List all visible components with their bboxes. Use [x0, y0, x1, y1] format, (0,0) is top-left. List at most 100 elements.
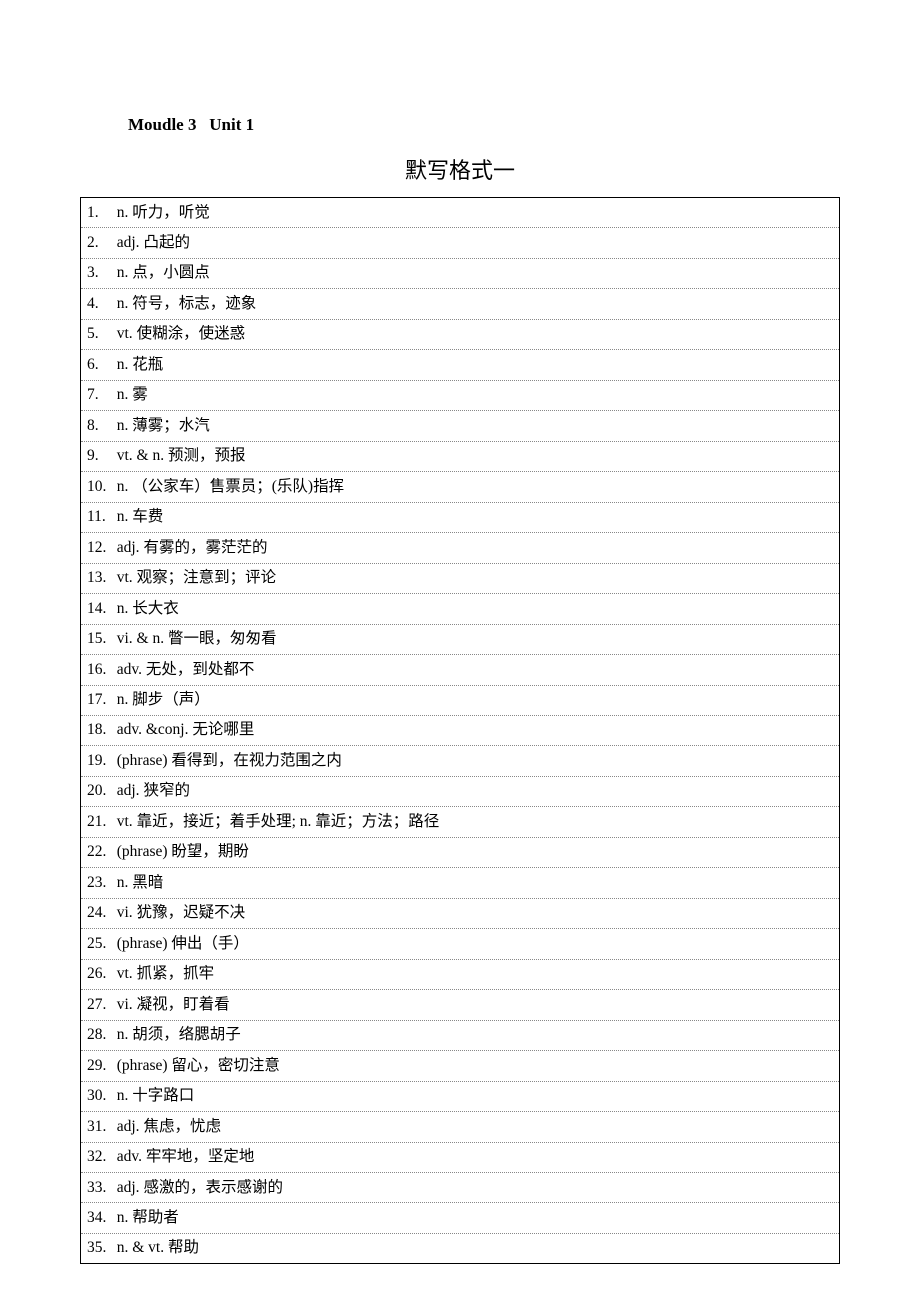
vocab-cell: 7. n. 雾	[81, 380, 840, 410]
entry-number: 27.	[87, 994, 109, 1016]
definition: 感激的，表示感谢的	[143, 1179, 283, 1196]
part-of-speech: n.	[117, 204, 129, 221]
entry-number: 3.	[87, 262, 109, 284]
part-of-speech: adv.	[117, 1148, 142, 1165]
entry-number: 35.	[87, 1237, 109, 1259]
vocab-cell: 5. vt. 使糊涂，使迷惑	[81, 319, 840, 349]
entry-number: 9.	[87, 445, 109, 467]
vocabulary-table: 1. n. 听力，听觉2. adj. 凸起的3. n. 点，小圆点4. n. 符…	[80, 197, 840, 1264]
definition: 使糊涂，使迷惑	[137, 325, 246, 342]
entry-number: 16.	[87, 659, 109, 681]
entry-number: 31.	[87, 1116, 109, 1138]
table-row: 26. vt. 抓紧，抓牢	[81, 959, 840, 989]
entry-number: 13.	[87, 567, 109, 589]
vocab-cell: 13. vt. 观察；注意到；评论	[81, 563, 840, 593]
part-of-speech: n.	[117, 356, 129, 373]
part-of-speech: vt.	[117, 965, 133, 982]
vocab-cell: 29. (phrase) 留心，密切注意	[81, 1051, 840, 1081]
entry-number: 23.	[87, 872, 109, 894]
definition: （公家车）售票员；(乐队)指挥	[132, 478, 344, 495]
table-row: 18. adv. &conj. 无论哪里	[81, 715, 840, 745]
definition: 无处，到处都不	[146, 661, 255, 678]
definition: 伸出（手）	[171, 935, 249, 952]
entry-number: 7.	[87, 384, 109, 406]
table-row: 12. adj. 有雾的，雾茫茫的	[81, 533, 840, 563]
part-of-speech: n. & vt.	[117, 1239, 164, 1256]
definition: 薄雾；水汽	[132, 417, 210, 434]
table-row: 7. n. 雾	[81, 380, 840, 410]
vocab-cell: 15. vi. & n. 瞥一眼，匆匆看	[81, 624, 840, 654]
entry-number: 18.	[87, 719, 109, 741]
entry-number: 4.	[87, 293, 109, 315]
table-row: 14. n. 长大衣	[81, 594, 840, 624]
vocab-cell: 31. adj. 焦虑，忧虑	[81, 1112, 840, 1142]
table-row: 11. n. 车费	[81, 502, 840, 532]
entry-number: 5.	[87, 323, 109, 345]
entry-number: 30.	[87, 1085, 109, 1107]
part-of-speech: n.	[117, 691, 129, 708]
table-row: 16. adv. 无处，到处都不	[81, 655, 840, 685]
table-row: 1. n. 听力，听觉	[81, 198, 840, 228]
entry-number: 24.	[87, 902, 109, 924]
part-of-speech: vt.	[117, 569, 133, 586]
entry-number: 12.	[87, 537, 109, 559]
table-row: 2. adj. 凸起的	[81, 228, 840, 258]
table-row: 25. (phrase) 伸出（手）	[81, 929, 840, 959]
table-row: 9. vt. & n. 预测，预报	[81, 441, 840, 471]
vocab-cell: 24. vi. 犹豫，迟疑不决	[81, 898, 840, 928]
vocab-cell: 27. vi. 凝视，盯着看	[81, 990, 840, 1020]
vocab-cell: 32. adv. 牢牢地，坚定地	[81, 1142, 840, 1172]
entry-number: 8.	[87, 415, 109, 437]
module-unit-header: Moudle 3 Unit 1	[128, 115, 840, 135]
part-of-speech: n.	[117, 874, 129, 891]
entry-number: 33.	[87, 1177, 109, 1199]
definition: 无论哪里	[192, 721, 254, 738]
part-of-speech: adv. &conj.	[117, 721, 189, 738]
table-row: 10. n. （公家车）售票员；(乐队)指挥	[81, 472, 840, 502]
definition: 观察；注意到；评论	[137, 569, 277, 586]
table-row: 4. n. 符号，标志，迹象	[81, 289, 840, 319]
table-row: 23. n. 黑暗	[81, 868, 840, 898]
definition: 胡须，络腮胡子	[132, 1026, 241, 1043]
part-of-speech: n.	[117, 508, 129, 525]
part-of-speech: adv.	[117, 661, 142, 678]
vocab-cell: 21. vt. 靠近，接近；着手处理; n. 靠近；方法；路径	[81, 807, 840, 837]
vocab-cell: 23. n. 黑暗	[81, 868, 840, 898]
definition: 十字路口	[132, 1087, 194, 1104]
definition: 盼望，期盼	[171, 843, 249, 860]
table-row: 24. vi. 犹豫，迟疑不决	[81, 898, 840, 928]
part-of-speech: vi.	[117, 996, 133, 1013]
entry-number: 29.	[87, 1055, 109, 1077]
table-row: 3. n. 点，小圆点	[81, 258, 840, 288]
vocab-cell: 6. n. 花瓶	[81, 350, 840, 380]
page-container: Moudle 3 Unit 1 默写格式一 1. n. 听力，听觉2. adj.…	[0, 0, 920, 1264]
vocab-cell: 14. n. 长大衣	[81, 594, 840, 624]
definition: 符号，标志，迹象	[132, 295, 256, 312]
definition: 听力，听觉	[132, 204, 210, 221]
definition: 凝视，盯着看	[137, 996, 230, 1013]
table-row: 27. vi. 凝视，盯着看	[81, 990, 840, 1020]
module-label: Moudle 3	[128, 115, 196, 134]
entry-number: 14.	[87, 598, 109, 620]
definition: 瞥一眼，匆匆看	[168, 630, 277, 647]
table-row: 13. vt. 观察；注意到；评论	[81, 563, 840, 593]
table-row: 5. vt. 使糊涂，使迷惑	[81, 319, 840, 349]
part-of-speech: n.	[117, 295, 129, 312]
entry-number: 26.	[87, 963, 109, 985]
definition: 牢牢地，坚定地	[146, 1148, 255, 1165]
vocab-cell: 3. n. 点，小圆点	[81, 258, 840, 288]
table-row: 29. (phrase) 留心，密切注意	[81, 1051, 840, 1081]
table-row: 17. n. 脚步（声）	[81, 685, 840, 715]
part-of-speech: n.	[117, 386, 129, 403]
part-of-speech: (phrase)	[117, 752, 168, 769]
vocab-cell: 9. vt. & n. 预测，预报	[81, 441, 840, 471]
vocab-cell: 18. adv. &conj. 无论哪里	[81, 715, 840, 745]
part-of-speech: adj.	[117, 782, 140, 799]
entry-number: 20.	[87, 780, 109, 802]
definition: 看得到，在视力范围之内	[171, 752, 342, 769]
vocab-cell: 17. n. 脚步（声）	[81, 685, 840, 715]
entry-number: 11.	[87, 506, 109, 528]
part-of-speech: adj.	[117, 1179, 140, 1196]
table-row: 21. vt. 靠近，接近；着手处理; n. 靠近；方法；路径	[81, 807, 840, 837]
vocab-cell: 1. n. 听力，听觉	[81, 198, 840, 228]
